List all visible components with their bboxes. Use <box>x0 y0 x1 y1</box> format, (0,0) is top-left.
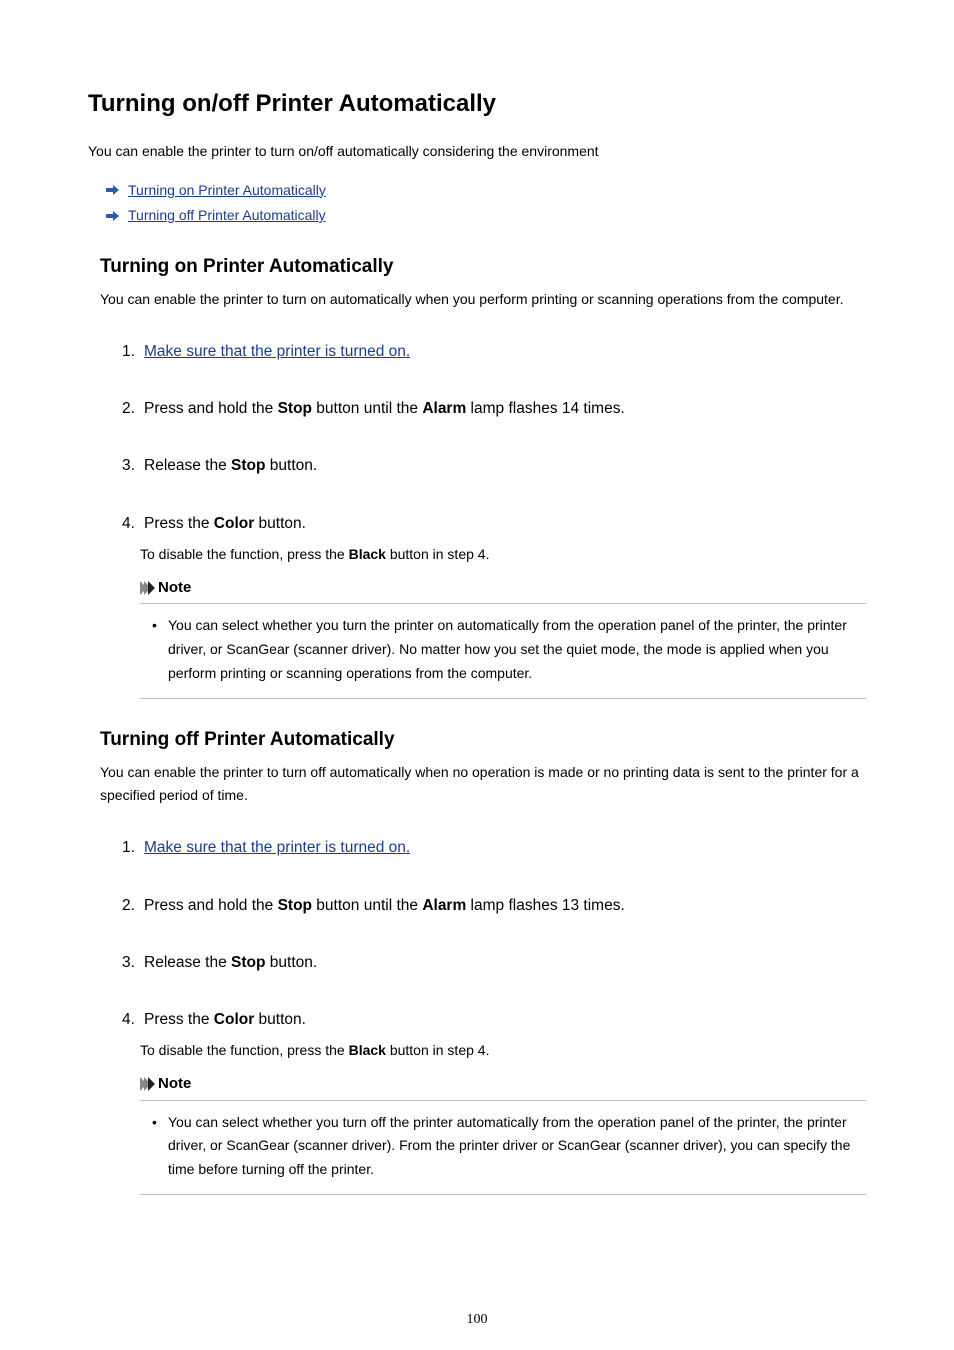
text: button. <box>265 457 317 474</box>
text: lamp flashes 14 times. <box>466 400 625 417</box>
bold-text: Stop <box>231 457 265 474</box>
text: Press the <box>144 515 214 532</box>
bold-text: Black <box>349 1042 386 1058</box>
note-header: Note <box>140 1073 866 1101</box>
text: button until the <box>312 400 422 417</box>
text: button. <box>265 954 317 971</box>
note-box: Note You can select whether you turn off… <box>140 1073 866 1195</box>
step-1-link[interactable]: Make sure that the printer is turned on. <box>144 343 410 360</box>
bold-text: Alarm <box>422 400 466 417</box>
text: To disable the function, press the <box>140 546 349 562</box>
section-on-desc: You can enable the printer to turn on au… <box>100 288 866 312</box>
note-text: You can select whether you turn off the … <box>158 1111 866 1182</box>
text: button until the <box>312 897 422 914</box>
step-4-text: Press the Color button. <box>144 1008 866 1031</box>
step-number: 1. <box>122 836 144 859</box>
arrow-right-icon <box>106 211 120 221</box>
section-turning-off: Turning off Printer Automatically You ca… <box>100 729 866 1195</box>
text: button. <box>254 515 306 532</box>
intro-text: You can enable the printer to turn on/of… <box>88 140 866 164</box>
bold-text: Black <box>349 546 386 562</box>
step-number: 4. <box>122 512 144 535</box>
step-2-text: Press and hold the Stop button until the… <box>144 397 866 420</box>
section-turning-on: Turning on Printer Automatically You can… <box>100 256 866 698</box>
note-icon <box>140 581 152 595</box>
text: button in step 4. <box>386 546 490 562</box>
step-4-subtext: To disable the function, press the Black… <box>140 1039 866 1063</box>
note-icon <box>140 1077 152 1091</box>
section-off-steps: 1. Make sure that the printer is turned … <box>122 836 866 1195</box>
bold-text: Color <box>214 1011 254 1028</box>
step-3-text: Release the Stop button. <box>144 454 866 477</box>
step-4: 4. Press the Color button. To disable th… <box>122 512 866 699</box>
step-number: 3. <box>122 454 144 477</box>
step-3-text: Release the Stop button. <box>144 951 866 974</box>
toc-link-on[interactable]: Turning on Printer Automatically <box>128 178 326 203</box>
section-on-steps: 1. Make sure that the printer is turned … <box>122 340 866 699</box>
step-3: 3. Release the Stop button. <box>122 454 866 477</box>
step-2: 2. Press and hold the Stop button until … <box>122 397 866 420</box>
step-4-text: Press the Color button. <box>144 512 866 535</box>
bold-text: Stop <box>278 897 312 914</box>
note-body: You can select whether you turn the prin… <box>140 614 866 698</box>
note-label: Note <box>158 577 191 600</box>
arrow-right-icon <box>106 185 120 195</box>
text: Release the <box>144 457 231 474</box>
text: Press and hold the <box>144 400 278 417</box>
step-1: 1. Make sure that the printer is turned … <box>122 836 866 859</box>
text: button. <box>254 1011 306 1028</box>
step-4: 4. Press the Color button. To disable th… <box>122 1008 866 1195</box>
note-body: You can select whether you turn off the … <box>140 1111 866 1195</box>
text: Press and hold the <box>144 897 278 914</box>
section-off-desc: You can enable the printer to turn off a… <box>100 761 866 809</box>
step-4-subtext: To disable the function, press the Black… <box>140 543 866 567</box>
step-3: 3. Release the Stop button. <box>122 951 866 974</box>
toc-link-off[interactable]: Turning off Printer Automatically <box>128 203 326 228</box>
step-2-text: Press and hold the Stop button until the… <box>144 894 866 917</box>
text: button in step 4. <box>386 1042 490 1058</box>
section-on-heading: Turning on Printer Automatically <box>100 256 866 278</box>
step-1: 1. Make sure that the printer is turned … <box>122 340 866 363</box>
text: Press the <box>144 1011 214 1028</box>
note-label: Note <box>158 1073 191 1096</box>
section-off-heading: Turning off Printer Automatically <box>100 729 866 751</box>
step-number: 2. <box>122 397 144 420</box>
bold-text: Alarm <box>422 897 466 914</box>
page-number: 100 <box>0 1312 954 1328</box>
step-number: 2. <box>122 894 144 917</box>
toc-list: Turning on Printer Automatically Turning… <box>106 178 866 228</box>
note-header: Note <box>140 577 866 605</box>
note-text: You can select whether you turn the prin… <box>158 614 866 685</box>
toc-item-on: Turning on Printer Automatically <box>106 178 866 203</box>
step-2: 2. Press and hold the Stop button until … <box>122 894 866 917</box>
toc-item-off: Turning off Printer Automatically <box>106 203 866 228</box>
step-number: 4. <box>122 1008 144 1031</box>
text: Release the <box>144 954 231 971</box>
bold-text: Stop <box>231 954 265 971</box>
step-number: 1. <box>122 340 144 363</box>
note-box: Note You can select whether you turn the… <box>140 577 866 699</box>
bold-text: Color <box>214 515 254 532</box>
text: To disable the function, press the <box>140 1042 349 1058</box>
step-number: 3. <box>122 951 144 974</box>
bold-text: Stop <box>278 400 312 417</box>
step-1-link[interactable]: Make sure that the printer is turned on. <box>144 839 410 856</box>
page-title: Turning on/off Printer Automatically <box>88 90 866 118</box>
text: lamp flashes 13 times. <box>466 897 625 914</box>
